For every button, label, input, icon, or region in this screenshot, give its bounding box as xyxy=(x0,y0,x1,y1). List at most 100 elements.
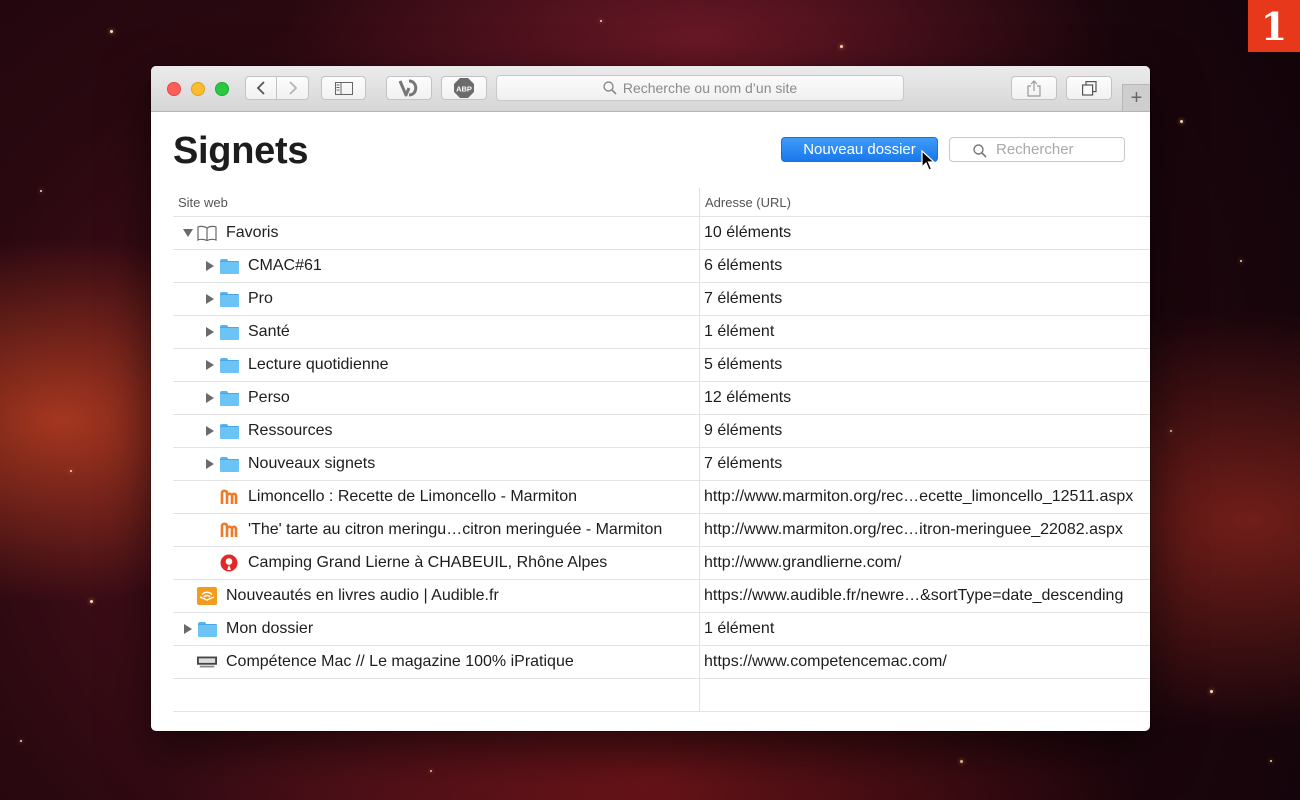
folder-icon xyxy=(219,455,239,473)
bookmark-name: Camping Grand Lierne à CHABEUIL, Rhône A… xyxy=(248,554,608,571)
site-cell: 'The' tarte au citron meringu…citron mer… xyxy=(173,514,700,546)
marmiton-favicon xyxy=(219,521,239,539)
url-cell: 5 éléments xyxy=(704,356,783,373)
back-button[interactable] xyxy=(245,76,277,100)
site-cell: Favoris xyxy=(173,217,700,249)
adblock-button[interactable]: ABP xyxy=(441,76,487,100)
bookmark-name: Santé xyxy=(248,323,290,340)
table-row[interactable]: Camping Grand Lierne à CHABEUIL, Rhône A… xyxy=(173,547,1150,580)
bookmark-name: Nouveautés en livres audio | Audible.fr xyxy=(226,587,499,604)
column-header-url[interactable]: Adresse (URL) xyxy=(700,188,1150,216)
disclosure-triangle-expanded-icon[interactable] xyxy=(183,228,193,238)
url-cell: 7 éléments xyxy=(704,290,783,307)
toolbar: ABP Recherche ou nom d’un site + xyxy=(151,66,1150,112)
table-row[interactable]: Nouveautés en livres audio | Audible.fr h… xyxy=(173,580,1150,613)
competencemac-favicon xyxy=(197,653,217,671)
table-row[interactable]: Nouveaux signets 7 éléments xyxy=(173,448,1150,481)
folder-icon xyxy=(219,323,239,341)
share-icon xyxy=(1027,79,1041,97)
disclosure-triangle-collapsed-icon[interactable] xyxy=(205,294,215,304)
bookmarks-table: Site web Adresse (URL) Favoris 10 élément… xyxy=(173,188,1150,712)
bookmark-name: Compétence Mac // Le magazine 100% iPrat… xyxy=(226,653,574,670)
site-cell: Compétence Mac // Le magazine 100% iPrat… xyxy=(173,646,700,678)
table-row[interactable]: CMAC#61 6 éléments xyxy=(173,250,1150,283)
url-cell: 1 élément xyxy=(704,620,775,637)
search-placeholder: Rechercher xyxy=(996,141,1074,158)
forward-button[interactable] xyxy=(277,76,309,100)
folder-icon xyxy=(219,257,239,275)
url-cell: 9 éléments xyxy=(704,422,783,439)
bookmark-name: Nouveaux signets xyxy=(248,455,376,472)
site-cell: CMAC#61 xyxy=(173,250,700,282)
site-cell: Nouveautés en livres audio | Audible.fr xyxy=(173,580,700,612)
url-cell: http://www.marmiton.org/rec…itron-mering… xyxy=(704,521,1123,538)
column-header-site[interactable]: Site web xyxy=(173,188,700,216)
minimize-window-button[interactable] xyxy=(191,82,205,96)
folder-icon xyxy=(219,389,239,407)
table-row[interactable]: Santé 1 élément xyxy=(173,316,1150,349)
address-bar[interactable]: Recherche ou nom d’un site xyxy=(496,75,904,101)
table-header: Site web Adresse (URL) xyxy=(173,188,1150,217)
folder-icon xyxy=(197,620,217,638)
disclosure-triangle-collapsed-icon[interactable] xyxy=(205,327,215,337)
url-cell: 1 élément xyxy=(704,323,775,340)
sidebar-button[interactable] xyxy=(321,76,366,100)
url-cell: 10 éléments xyxy=(704,224,792,241)
table-row[interactable]: Perso 12 éléments xyxy=(173,382,1150,415)
site-cell: Limoncello : Recette de Limoncello - Mar… xyxy=(173,481,700,513)
folder-icon xyxy=(219,290,239,308)
bookmarks-search-input[interactable]: Rechercher xyxy=(949,137,1125,162)
vivaldi-extension-icon xyxy=(398,79,418,97)
bookmark-name: 'The' tarte au citron meringu…citron mer… xyxy=(248,521,663,538)
disclosure-triangle-collapsed-icon[interactable] xyxy=(205,261,215,271)
new-tab-button[interactable]: + xyxy=(1122,84,1150,111)
tabs-overview-button[interactable] xyxy=(1066,76,1112,100)
table-row[interactable]: Mon dossier 1 élément xyxy=(173,613,1150,646)
table-row[interactable]: Compétence Mac // Le magazine 100% iPrat… xyxy=(173,646,1150,679)
marmiton-favicon xyxy=(219,488,239,506)
table-row[interactable]: Pro 7 éléments xyxy=(173,283,1150,316)
camping-favicon xyxy=(219,554,239,572)
table-row[interactable]: Lecture quotidienne 5 éléments xyxy=(173,349,1150,382)
bookmark-name: Lecture quotidienne xyxy=(248,356,389,373)
table-row[interactable]: 'The' tarte au citron meringu…citron mer… xyxy=(173,514,1150,547)
close-window-button[interactable] xyxy=(167,82,181,96)
site-cell: Camping Grand Lierne à CHABEUIL, Rhône A… xyxy=(173,547,700,579)
audible-favicon xyxy=(197,587,217,605)
disclosure-triangle-collapsed-icon[interactable] xyxy=(205,360,215,370)
back-icon xyxy=(256,81,265,95)
bookmark-name: Pro xyxy=(248,290,273,307)
url-cell: http://www.grandlierne.com/ xyxy=(704,554,902,571)
bookmark-name: Favoris xyxy=(226,224,279,241)
share-button[interactable] xyxy=(1011,76,1057,100)
url-cell xyxy=(700,679,1150,711)
disclosure-triangle-collapsed-icon[interactable] xyxy=(205,459,215,469)
bookmark-name: Ressources xyxy=(248,422,333,439)
site-cell: Nouveaux signets xyxy=(173,448,700,480)
svg-text:ABP: ABP xyxy=(456,85,472,94)
table-row xyxy=(173,679,1150,712)
folder-icon xyxy=(219,356,239,374)
disclosure-triangle-collapsed-icon[interactable] xyxy=(183,624,193,634)
url-cell: http://www.marmiton.org/rec…ecette_limon… xyxy=(704,488,1134,505)
folder-icon xyxy=(219,422,239,440)
table-row[interactable]: Favoris 10 éléments xyxy=(173,217,1150,250)
bookmark-name: CMAC#61 xyxy=(248,257,322,274)
step-badge: 1 xyxy=(1248,0,1300,52)
site-cell: Ressources xyxy=(173,415,700,447)
search-icon xyxy=(973,144,987,158)
tabs-overview-icon xyxy=(1081,80,1097,96)
vivaldi-extension-button[interactable] xyxy=(386,76,432,100)
bookmark-name: Perso xyxy=(248,389,290,406)
site-cell: Pro xyxy=(173,283,700,315)
bookmark-name: Limoncello : Recette de Limoncello - Mar… xyxy=(248,488,578,505)
disclosure-triangle-collapsed-icon[interactable] xyxy=(205,426,215,436)
table-row[interactable]: Limoncello : Recette de Limoncello - Mar… xyxy=(173,481,1150,514)
url-cell: https://www.competencemac.com/ xyxy=(704,653,947,670)
new-folder-button[interactable]: Nouveau dossier xyxy=(781,137,938,162)
disclosure-triangle-collapsed-icon[interactable] xyxy=(205,393,215,403)
url-cell: 6 éléments xyxy=(704,257,783,274)
table-row[interactable]: Ressources 9 éléments xyxy=(173,415,1150,448)
zoom-window-button[interactable] xyxy=(215,82,229,96)
page-title: Signets xyxy=(173,130,309,172)
